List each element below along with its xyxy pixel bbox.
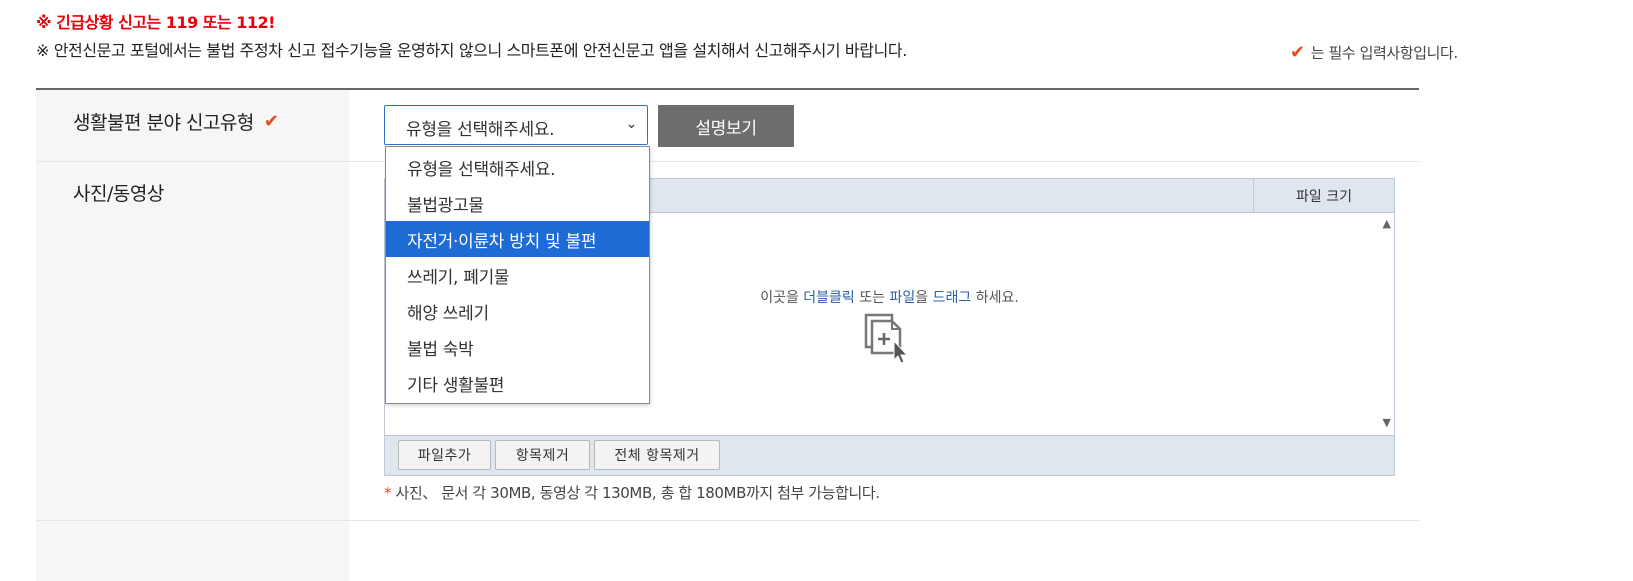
dropdown-option[interactable]: 해양 쓰레기 — [386, 293, 649, 329]
scroll-up-icon[interactable]: ▲ — [1383, 217, 1391, 230]
dropdown-option[interactable]: 불법 숙박 — [386, 329, 649, 365]
dropdown-option[interactable]: 기타 생활불편 — [386, 365, 649, 401]
chevron-down-icon: ⌄ — [625, 116, 638, 132]
drop-hint-double-click: 더블클릭 — [803, 290, 855, 306]
required-legend: ✔ 는 필수 입력사항입니다. — [1290, 42, 1458, 63]
category-label: 생활불편 분야 신고유형 ✔ — [73, 108, 279, 135]
upload-toolbar: 파일추가 항목제거 전체 항목제거 — [385, 435, 1394, 475]
explain-button[interactable]: 설명보기 — [658, 105, 794, 147]
attach-limit-note: * 사진、 문서 각 30MB, 동영상 각 130MB, 총 합 180MB까… — [384, 482, 880, 503]
add-file-cursor-icon — [864, 313, 909, 364]
dropdown-option-selected[interactable]: 자전거·이륜차 방치 및 불편 — [386, 221, 649, 257]
dropdown-option[interactable]: 유형을 선택해주세요. — [386, 149, 649, 185]
check-icon: ✔ — [263, 110, 279, 132]
file-size-column-header: 파일 크기 — [1253, 179, 1394, 212]
drop-hint-part: 이곳을 — [760, 290, 804, 306]
category-row: 생활불편 분야 신고유형 ✔ 유형을 선택해주세요. ⌄ 설명보기 — [36, 90, 1419, 162]
media-row: 사진/동영상 파일 크기 ▲ 이곳을 더블클릭 또는 파일을 드래그 하세요. … — [36, 162, 1419, 521]
add-file-button[interactable]: 파일추가 — [398, 440, 491, 470]
drop-hint-part: 또는 — [854, 290, 890, 306]
portal-notice: ※ 안전신문고 포털에서는 불법 주정차 신고 접수기능을 운영하지 않으니 스… — [36, 41, 907, 60]
category-select-value: 유형을 선택해주세요. — [406, 120, 555, 140]
next-row — [36, 521, 1419, 581]
media-label: 사진/동영상 — [73, 179, 164, 206]
drop-hint-drag: 드래그 — [932, 290, 972, 306]
attach-limit-text: 사진、 문서 각 30MB, 동영상 각 130MB, 총 합 180MB까지 … — [391, 484, 880, 502]
category-dropdown[interactable]: 유형을 선택해주세요. 불법광고물 자전거·이륜차 방치 및 불편 쓰레기, 폐… — [385, 146, 650, 404]
dropdown-option[interactable]: 쓰레기, 폐기물 — [386, 257, 649, 293]
drop-hint-file: 파일 — [889, 290, 916, 306]
scroll-down-icon[interactable]: ▼ — [1383, 416, 1391, 429]
remove-all-button[interactable]: 전체 항목제거 — [594, 440, 720, 470]
dropdown-option[interactable]: 불법광고물 — [386, 185, 649, 221]
remove-item-button[interactable]: 항목제거 — [495, 440, 590, 470]
report-form: 생활불편 분야 신고유형 ✔ 유형을 선택해주세요. ⌄ 설명보기 사진/동영상… — [36, 88, 1419, 581]
drop-hint-part: 을 — [915, 290, 933, 306]
category-label-text: 생활불편 분야 신고유형 — [73, 112, 254, 134]
media-label-text: 사진/동영상 — [73, 183, 164, 205]
check-icon: ✔ — [1290, 41, 1305, 63]
drop-hint-part: 하세요. — [971, 290, 1019, 306]
required-legend-text: 는 필수 입력사항입니다. — [1310, 44, 1459, 62]
emergency-notice: ※ 긴급상황 신고는 119 또는 112! — [36, 13, 275, 32]
category-select[interactable]: 유형을 선택해주세요. ⌄ — [384, 105, 648, 145]
